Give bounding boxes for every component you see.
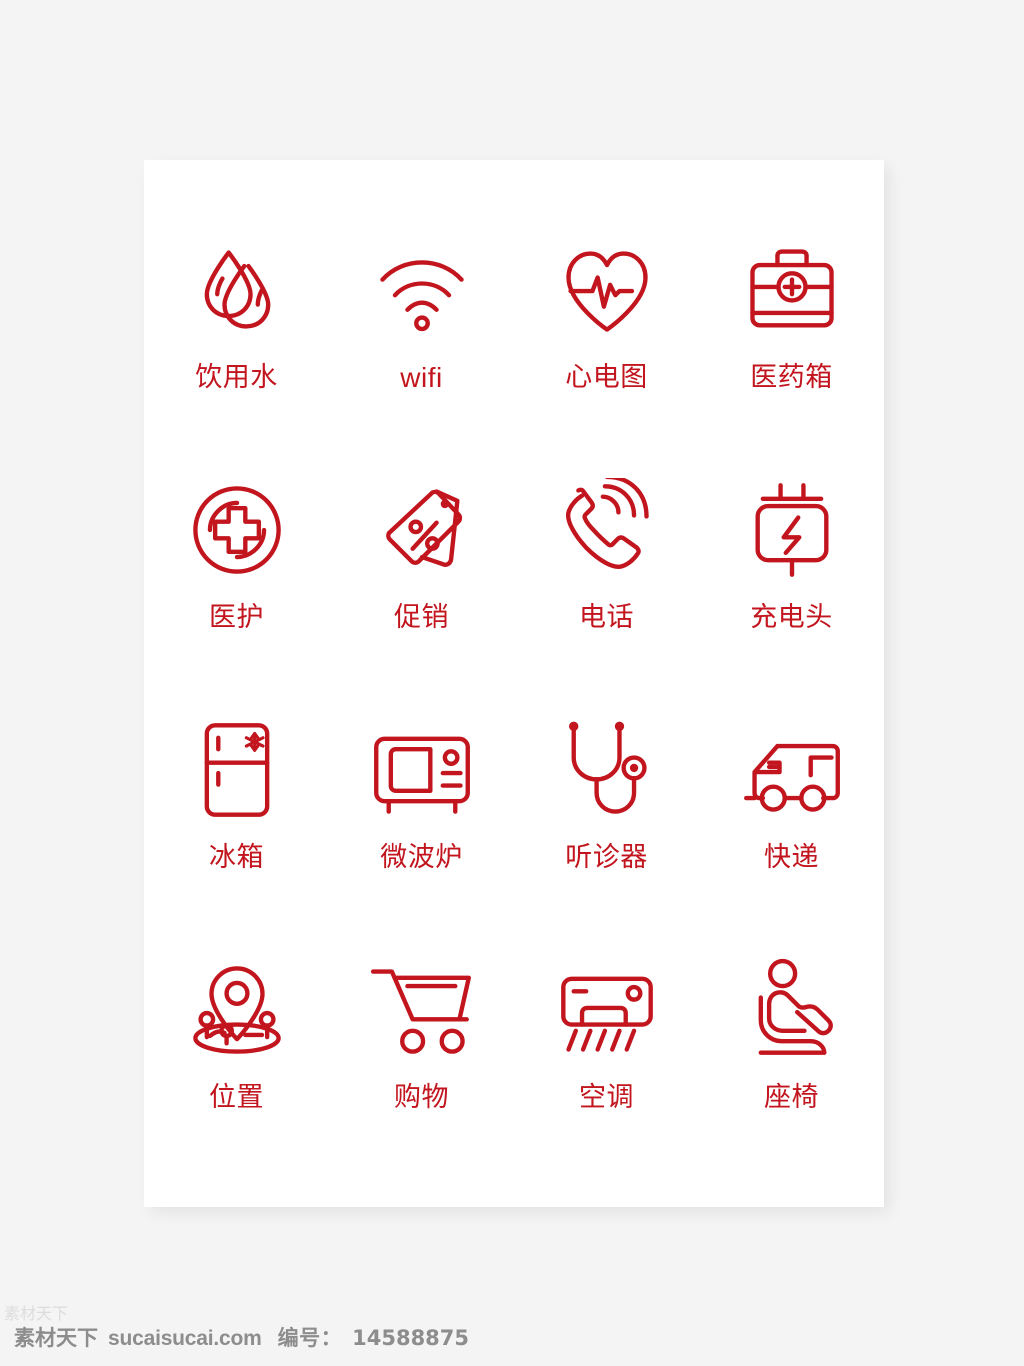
icon-label: 购物 xyxy=(394,1082,449,1113)
fridge-icon xyxy=(185,718,289,822)
icon-cell-telephone[interactable]: 电话 xyxy=(514,468,699,708)
heart-pulse-icon xyxy=(555,238,659,342)
microwave-icon xyxy=(370,718,474,822)
wifi-icon xyxy=(370,238,474,342)
icon-set-card: 饮用水 wifi 心电图 医药箱 医护 促销 电话 充电头 冰箱 微波炉 听诊器… xyxy=(144,160,884,1207)
icon-label: 心电图 xyxy=(565,362,648,393)
icon-label: 促销 xyxy=(394,602,449,633)
icon-label: 电话 xyxy=(579,602,634,633)
icon-label: 听诊器 xyxy=(565,842,648,873)
icon-cell-drinking-water[interactable]: 饮用水 xyxy=(144,228,329,468)
air-conditioner-icon xyxy=(555,958,659,1062)
icon-cell-promotion[interactable]: 促销 xyxy=(329,468,514,708)
water-drops-icon xyxy=(185,238,289,342)
icon-cell-shopping[interactable]: 购物 xyxy=(329,948,514,1188)
discount-tags-icon xyxy=(370,478,474,582)
icon-label: 充电头 xyxy=(750,602,833,633)
icon-cell-air-conditioner[interactable]: 空调 xyxy=(514,948,699,1188)
icon-cell-medical-care[interactable]: 医护 xyxy=(144,468,329,708)
icon-label: 医护 xyxy=(209,602,264,633)
medical-cross-circle-icon xyxy=(185,478,289,582)
icon-label: 位置 xyxy=(209,1082,264,1113)
icon-cell-medical-kit[interactable]: 医药箱 xyxy=(699,228,884,468)
delivery-truck-icon xyxy=(740,718,844,822)
icon-label: 冰箱 xyxy=(209,842,264,873)
watermark-site: sucaisucai.com xyxy=(108,1327,262,1350)
icon-cell-location[interactable]: 位置 xyxy=(144,948,329,1188)
icon-cell-charger[interactable]: 充电头 xyxy=(699,468,884,708)
shopping-cart-icon xyxy=(370,958,474,1062)
icon-cell-wifi[interactable]: wifi xyxy=(329,228,514,468)
icon-cell-express[interactable]: 快递 xyxy=(699,708,884,948)
icon-label: 医药箱 xyxy=(750,362,833,393)
icon-label: 微波炉 xyxy=(380,842,463,873)
icon-cell-seat[interactable]: 座椅 xyxy=(699,948,884,1188)
watermark-id-value: 14588875 xyxy=(352,1326,470,1350)
side-watermark-text: 素材天下 xyxy=(4,1304,69,1323)
icon-cell-ecg[interactable]: 心电图 xyxy=(514,228,699,468)
side-watermark: 素材天下 xyxy=(4,1300,68,1324)
watermark-id-label: 编号： xyxy=(277,1326,343,1350)
icon-label: 快递 xyxy=(764,842,819,873)
stethoscope-icon xyxy=(555,718,659,822)
first-aid-kit-icon xyxy=(740,238,844,342)
phone-ringing-icon xyxy=(555,478,659,582)
icon-grid: 饮用水 wifi 心电图 医药箱 医护 促销 电话 充电头 冰箱 微波炉 听诊器… xyxy=(144,228,884,1188)
footer-watermark: 素材天下 sucaisucai.com 编号： 14588875 xyxy=(14,1322,469,1352)
icon-cell-stethoscope[interactable]: 听诊器 xyxy=(514,708,699,948)
icon-label: 饮用水 xyxy=(195,362,278,393)
icon-label: 空调 xyxy=(579,1082,634,1113)
map-pin-icon xyxy=(185,958,289,1062)
icon-label: wifi xyxy=(400,362,443,393)
seat-person-icon xyxy=(740,958,844,1062)
icon-cell-refrigerator[interactable]: 冰箱 xyxy=(144,708,329,948)
watermark-brand: 素材天下 xyxy=(14,1326,98,1350)
icon-cell-microwave[interactable]: 微波炉 xyxy=(329,708,514,948)
icon-label: 座椅 xyxy=(764,1082,819,1113)
power-adapter-icon xyxy=(740,478,844,582)
